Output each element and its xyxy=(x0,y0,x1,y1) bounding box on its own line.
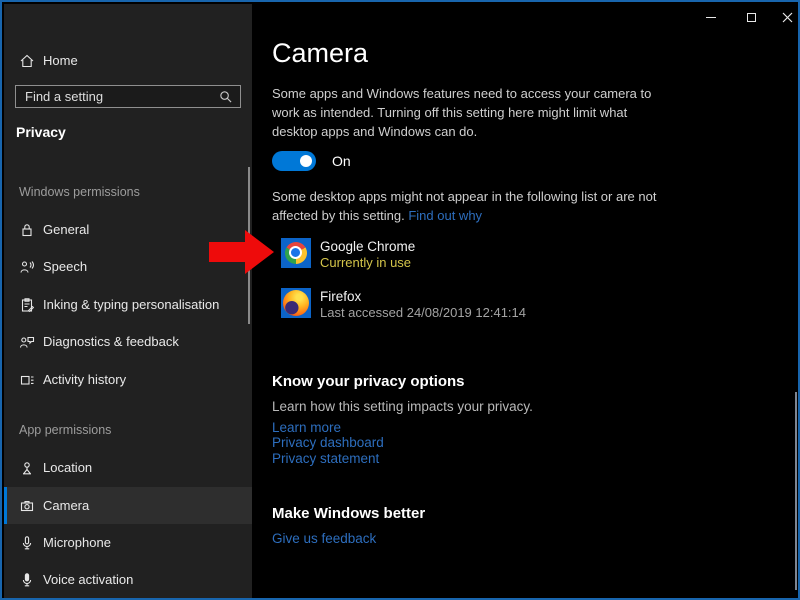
sidebar-group-windows-permissions: Windows permissions xyxy=(19,185,140,199)
toggle-state-label: On xyxy=(332,153,351,169)
give-feedback-link[interactable]: Give us feedback xyxy=(272,531,376,546)
app-status: Last accessed 24/08/2019 12:41:14 xyxy=(320,305,526,321)
sidebar-item-microphone[interactable]: Microphone xyxy=(4,524,252,561)
privacy-options-heading: Know your privacy options xyxy=(272,373,465,390)
inking-pen-icon xyxy=(19,297,35,313)
sidebar-item-diagnostics-feedback[interactable]: Diagnostics & feedback xyxy=(4,323,252,360)
sidebar-item-label: Activity history xyxy=(43,372,126,387)
sidebar-group-app-permissions: App permissions xyxy=(19,423,111,437)
content-scrollbar[interactable] xyxy=(795,392,797,590)
camera-toggle-row: On xyxy=(272,151,351,171)
sidebar: Home Privacy Windows permissions General xyxy=(4,4,252,598)
firefox-app-tile xyxy=(281,288,311,318)
toggle-knob xyxy=(300,155,312,167)
privacy-dashboard-link[interactable]: Privacy dashboard xyxy=(272,435,384,450)
sidebar-item-label: Speech xyxy=(43,259,87,274)
chrome-app-tile xyxy=(281,238,311,268)
camera-access-toggle[interactable] xyxy=(272,151,316,171)
sidebar-item-voice-activation[interactable]: Voice activation xyxy=(4,561,252,598)
settings-window: ← Settings Home xyxy=(0,0,800,600)
privacy-options-description: Learn how this setting impacts your priv… xyxy=(272,399,533,414)
sidebar-item-label: Location xyxy=(43,460,92,475)
sidebar-item-inking-typing[interactable]: Inking & typing personalisation xyxy=(4,286,252,323)
sidebar-item-label: Diagnostics & feedback xyxy=(43,334,179,349)
page-title: Camera xyxy=(272,38,368,69)
privacy-statement-link[interactable]: Privacy statement xyxy=(272,451,379,466)
make-windows-better-heading: Make Windows better xyxy=(272,505,425,522)
firefox-logo-icon xyxy=(283,290,309,316)
sidebar-item-camera[interactable]: Camera xyxy=(4,487,252,524)
sidebar-item-label: Voice activation xyxy=(43,572,133,587)
selected-indicator xyxy=(4,487,7,524)
diagnostics-icon xyxy=(19,334,35,350)
chrome-logo-icon xyxy=(285,242,307,264)
home-icon xyxy=(19,53,35,69)
search-icon[interactable] xyxy=(219,90,232,103)
search-box xyxy=(15,85,241,108)
close-icon xyxy=(782,12,793,23)
app-status: Currently in use xyxy=(320,255,415,271)
app-row-google-chrome: Google Chrome Currently in use xyxy=(281,238,415,271)
app-row-firefox: Firefox Last accessed 24/08/2019 12:41:1… xyxy=(281,288,526,321)
learn-more-link[interactable]: Learn more xyxy=(272,420,341,435)
microphone-icon xyxy=(19,535,35,551)
activity-history-icon xyxy=(19,372,35,388)
maximize-icon xyxy=(747,13,756,22)
sidebar-item-activity-history[interactable]: Activity history xyxy=(4,361,252,398)
sidebar-section-title: Privacy xyxy=(16,124,66,140)
minimize-icon xyxy=(706,17,716,18)
app-name: Firefox xyxy=(320,289,526,305)
camera-description: Some apps and Windows features need to a… xyxy=(272,84,674,141)
sidebar-item-home[interactable]: Home xyxy=(4,42,252,79)
sidebar-item-label: Inking & typing personalisation xyxy=(43,297,219,312)
speech-icon xyxy=(19,259,35,275)
sidebar-item-label: General xyxy=(43,222,89,237)
app-name: Google Chrome xyxy=(320,239,415,255)
sidebar-item-label: Home xyxy=(43,53,78,68)
close-button[interactable] xyxy=(764,2,800,32)
sidebar-item-label: Microphone xyxy=(43,535,111,550)
camera-icon xyxy=(19,498,35,514)
location-icon xyxy=(19,460,35,476)
red-annotation-arrow-icon xyxy=(209,230,275,274)
sidebar-item-location[interactable]: Location xyxy=(4,449,252,486)
find-out-why-link[interactable]: Find out why xyxy=(408,208,482,223)
desktop-apps-note: Some desktop apps might not appear in th… xyxy=(272,187,674,225)
voice-activation-icon xyxy=(19,572,35,588)
search-input[interactable] xyxy=(16,89,219,104)
sidebar-item-label: Camera xyxy=(43,498,89,513)
lock-icon xyxy=(19,222,35,238)
